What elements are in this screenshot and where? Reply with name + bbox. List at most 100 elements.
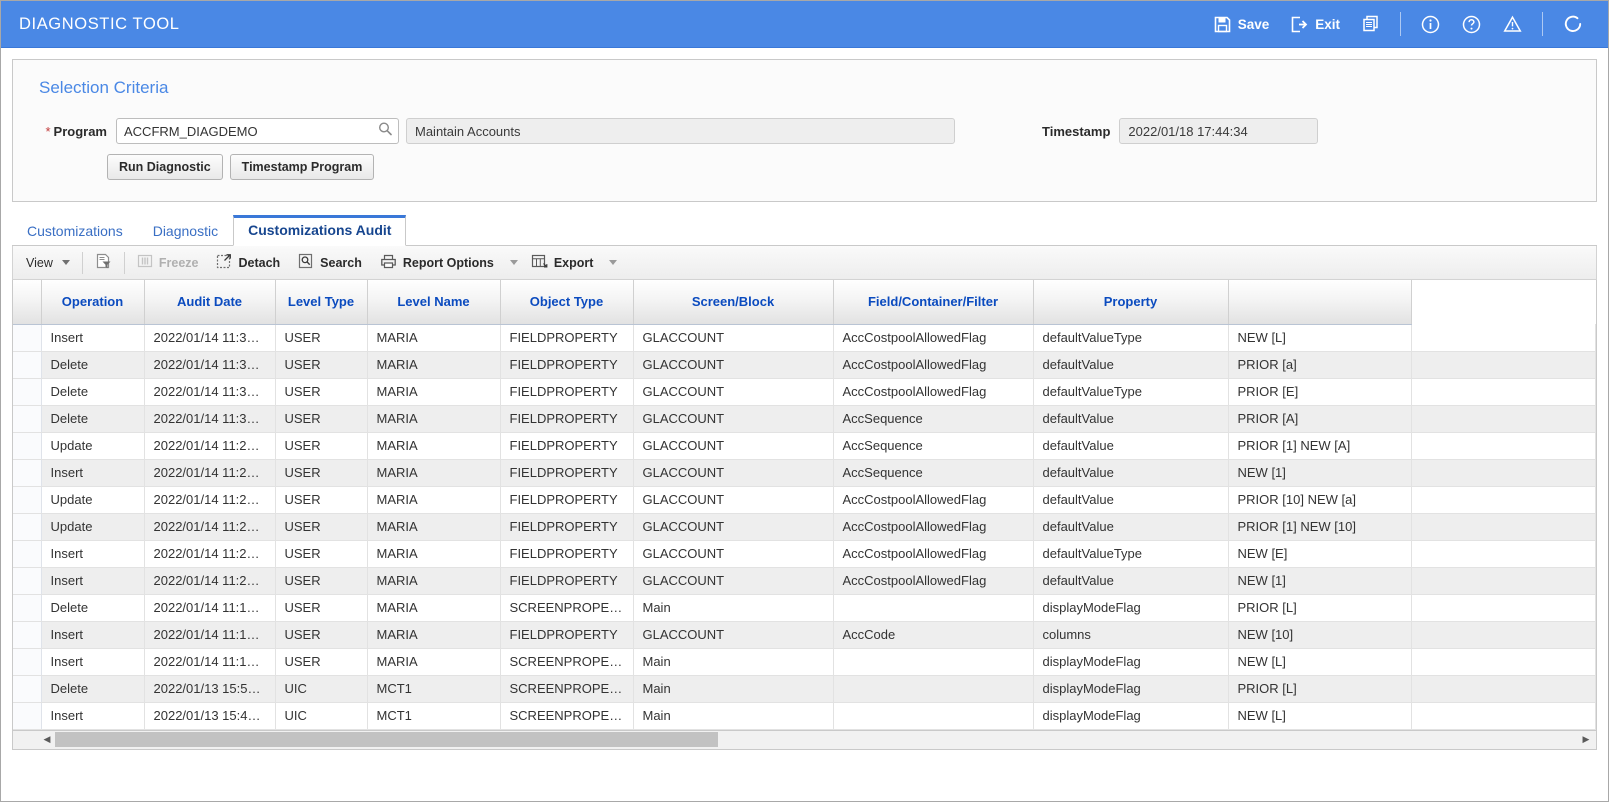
cell-field-container-filter: [833, 675, 1034, 703]
view-menu[interactable]: View: [17, 252, 79, 274]
row-selector-cell[interactable]: [13, 675, 42, 703]
table-row[interactable]: Insert 2022/01/14 11:24:17 USER MARIA FIELDP…: [13, 567, 1596, 595]
cell-field-container-filter: [833, 594, 1034, 622]
detach-button[interactable]: Detach: [207, 249, 289, 276]
column-header-operation[interactable]: Operation: [41, 280, 145, 325]
cell-audit-date: 2022/01/14 11:28:23: [144, 432, 276, 460]
search-button[interactable]: Search: [289, 249, 371, 276]
report-options-button[interactable]: Report Options: [371, 249, 503, 277]
table-row[interactable]: Delete 2022/01/14 11:34:54 USER MARIA FIELDP…: [13, 351, 1596, 379]
scrollbar-track[interactable]: [55, 731, 1596, 748]
cell-spacer: [1411, 513, 1596, 541]
row-selector-cell[interactable]: [13, 594, 42, 622]
tab-bar: Customizations Diagnostic Customizations…: [12, 215, 1597, 246]
cell-screen-block: GLACCOUNT: [633, 324, 834, 352]
detach-window-icon: [216, 253, 232, 272]
cell-level-name: MCT1: [367, 702, 501, 730]
cell-value: NEW [1]: [1228, 567, 1413, 595]
cell-spacer: [1411, 432, 1596, 460]
tab-customizations[interactable]: Customizations: [12, 217, 138, 246]
table-row[interactable]: Delete 2022/01/14 11:34:54 USER MARIA FIELDP…: [13, 378, 1596, 406]
row-selector-cell[interactable]: [13, 540, 42, 568]
app-title: DIAGNOSTIC TOOL: [19, 14, 180, 33]
cell-audit-date: 2022/01/14 11:34:54: [144, 378, 276, 406]
program-input[interactable]: [116, 118, 399, 144]
save-button[interactable]: Save: [1203, 11, 1281, 38]
cell-value: PRIOR [L]: [1228, 675, 1413, 703]
cell-audit-date: 2022/01/14 11:27:07: [144, 459, 276, 487]
exit-button[interactable]: Exit: [1280, 11, 1351, 38]
cell-field-container-filter: [833, 648, 1034, 676]
horizontal-scrollbar[interactable]: ◀ ▶: [12, 730, 1597, 750]
column-header-value[interactable]: [1228, 280, 1413, 325]
row-selector-cell[interactable]: [13, 486, 42, 514]
table-row[interactable]: Insert 2022/01/14 11:24:17 USER MARIA FIELDP…: [13, 540, 1596, 568]
table-row[interactable]: Delete 2022/01/14 11:33:37 USER MARIA FIELDP…: [13, 405, 1596, 433]
help-button[interactable]: [1451, 10, 1492, 39]
cell-object-type: FIELDPROPERTY: [500, 324, 634, 352]
cell-screen-block: GLACCOUNT: [633, 432, 834, 460]
cell-spacer: [1411, 621, 1596, 649]
tab-customizations-audit[interactable]: Customizations Audit: [233, 215, 407, 246]
column-header-level-name[interactable]: Level Name: [367, 280, 501, 325]
refresh-button[interactable]: [1552, 9, 1594, 39]
scroll-right-arrow[interactable]: ▶: [1578, 731, 1594, 748]
column-header-screen-block[interactable]: Screen/Block: [633, 280, 834, 325]
cell-value: PRIOR [A]: [1228, 405, 1413, 433]
row-selector-cell[interactable]: [13, 432, 42, 460]
cell-level-name: MARIA: [367, 621, 501, 649]
row-selector-cell[interactable]: [13, 351, 42, 379]
cell-level-type: USER: [275, 648, 368, 676]
table-row[interactable]: Update 2022/01/14 11:28:23 USER MARIA FIELDP…: [13, 432, 1596, 460]
cell-spacer: [1411, 567, 1596, 595]
export-caret[interactable]: [602, 256, 621, 269]
cell-level-name: MARIA: [367, 540, 501, 568]
column-header-field-container-filter[interactable]: Field/Container/Filter: [833, 280, 1034, 325]
table-row[interactable]: Delete 2022/01/14 11:18:06 USER MARIA SCREEN…: [13, 594, 1596, 622]
detach-filter-button[interactable]: [86, 249, 121, 277]
row-selector-cell[interactable]: [13, 702, 42, 730]
row-selector-cell[interactable]: [13, 324, 42, 352]
column-header-audit-date[interactable]: Audit Date: [144, 280, 276, 325]
column-header-property[interactable]: Property: [1033, 280, 1229, 325]
table-row[interactable]: Update 2022/01/14 11:25:12 USER MARIA FIELDP…: [13, 486, 1596, 514]
timestamp-program-button[interactable]: Timestamp Program: [229, 154, 375, 180]
copy-button[interactable]: [1351, 10, 1391, 38]
cell-screen-block: Main: [633, 648, 834, 676]
row-selector-cell[interactable]: [13, 621, 42, 649]
table-row[interactable]: Insert 2022/01/13 15:41:10 UIC MCT1 SCREENPR…: [13, 702, 1596, 730]
row-selector-cell[interactable]: [13, 459, 42, 487]
table-row[interactable]: Insert 2022/01/14 11:14:43 USER MARIA SCREEN…: [13, 648, 1596, 676]
column-header-level-type[interactable]: Level Type: [275, 280, 368, 325]
info-button[interactable]: [1410, 10, 1451, 39]
cell-operation: Insert: [41, 621, 145, 649]
run-diagnostic-button[interactable]: Run Diagnostic: [107, 154, 223, 180]
row-selector-cell[interactable]: [13, 378, 42, 406]
scroll-left-arrow[interactable]: ◀: [39, 731, 55, 748]
tab-diagnostic[interactable]: Diagnostic: [138, 217, 233, 246]
table-row[interactable]: Insert 2022/01/14 11:27:07 USER MARIA FIELDP…: [13, 459, 1596, 487]
exit-door-icon: [1291, 16, 1308, 33]
warning-triangle-icon: [1503, 15, 1522, 34]
export-button[interactable]: Export: [522, 249, 603, 277]
cell-property: defaultValueType: [1033, 540, 1229, 568]
copy-pages-icon: [1362, 15, 1380, 33]
column-header-object-type[interactable]: Object Type: [500, 280, 634, 325]
scrollbar-thumb[interactable]: [55, 732, 718, 747]
cell-operation: Delete: [41, 378, 145, 406]
row-selector-cell[interactable]: [13, 567, 42, 595]
row-selector-cell[interactable]: [13, 513, 42, 541]
row-selector-cell[interactable]: [13, 405, 42, 433]
table-row[interactable]: Insert 2022/01/14 11:14:43 USER MARIA FIELDP…: [13, 621, 1596, 649]
cell-property: defaultValue: [1033, 459, 1229, 487]
report-options-caret[interactable]: [503, 256, 522, 269]
table-row[interactable]: Update 2022/01/14 11:24:48 USER MARIA FIELDP…: [13, 513, 1596, 541]
freeze-columns-icon: [137, 253, 153, 272]
cell-operation: Delete: [41, 351, 145, 379]
cell-level-name: MARIA: [367, 405, 501, 433]
table-row[interactable]: Insert 2022/01/14 11:34:55 USER MARIA FIELDP…: [13, 324, 1596, 352]
table-row[interactable]: Delete 2022/01/13 15:56:33 UIC MCT1 SCREENPR…: [13, 675, 1596, 703]
row-selector-cell[interactable]: [13, 648, 42, 676]
cell-object-type: SCREENPROPERTY: [500, 648, 634, 676]
warning-button[interactable]: [1492, 10, 1533, 39]
